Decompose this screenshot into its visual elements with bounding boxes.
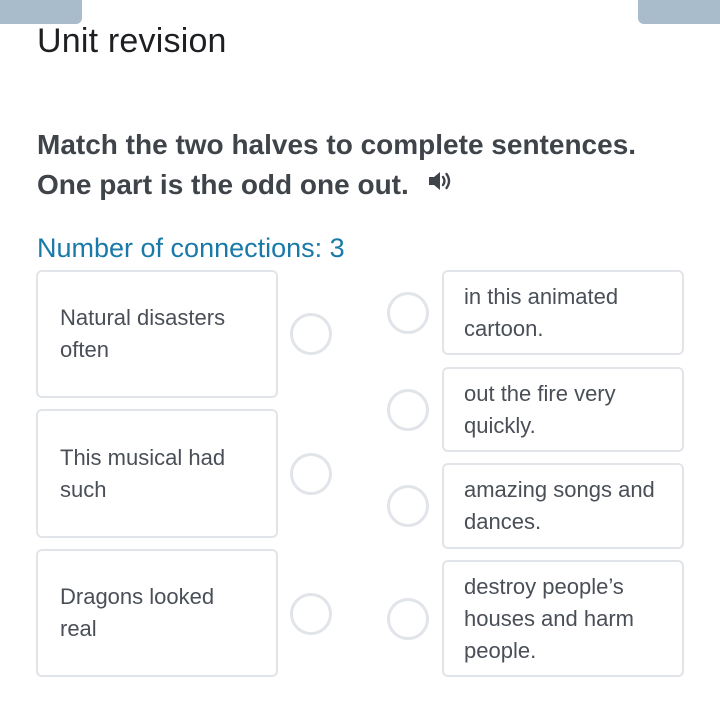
left-item-2[interactable]: This musical had such (36, 409, 278, 538)
right-item-4[interactable]: destroy people’s houses and harm people. (442, 560, 684, 677)
top-right-tab[interactable] (638, 0, 720, 24)
left-connector-1[interactable] (290, 313, 332, 355)
exercise-instruction: Match the two halves to complete sentenc… (37, 125, 677, 207)
left-item-1[interactable]: Natural disasters often (36, 270, 278, 398)
right-connector-3[interactable] (387, 485, 429, 527)
left-connector-3[interactable] (290, 593, 332, 635)
left-item-label: Natural disasters often (60, 305, 226, 362)
right-item-1[interactable]: in this animated cartoon. (442, 270, 684, 355)
left-item-3[interactable]: Dragons looked real (36, 549, 278, 677)
page-title: Unit revision (37, 22, 227, 60)
right-item-3[interactable]: amazing songs and dances. (442, 463, 684, 549)
speaker-icon[interactable] (427, 164, 455, 204)
right-connector-4[interactable] (387, 598, 429, 640)
right-item-label: amazing songs and dances. (464, 477, 655, 534)
left-connector-2[interactable] (290, 453, 332, 495)
connections-counter: Number of connections: 3 (37, 233, 345, 263)
top-left-tab[interactable] (0, 0, 82, 24)
right-connector-2[interactable] (387, 389, 429, 431)
right-item-label: out the fire very quickly. (464, 380, 616, 438)
instruction-text: Match the two halves to complete sentenc… (37, 129, 637, 200)
right-item-label: in this animated cartoon. (464, 283, 619, 341)
left-item-label: This musical had such (60, 444, 226, 502)
right-item-2[interactable]: out the fire very quickly. (442, 367, 684, 452)
right-connector-1[interactable] (387, 292, 429, 334)
left-item-label: Dragons looked real (60, 584, 215, 641)
right-item-label: destroy people’s houses and harm people. (464, 573, 634, 663)
